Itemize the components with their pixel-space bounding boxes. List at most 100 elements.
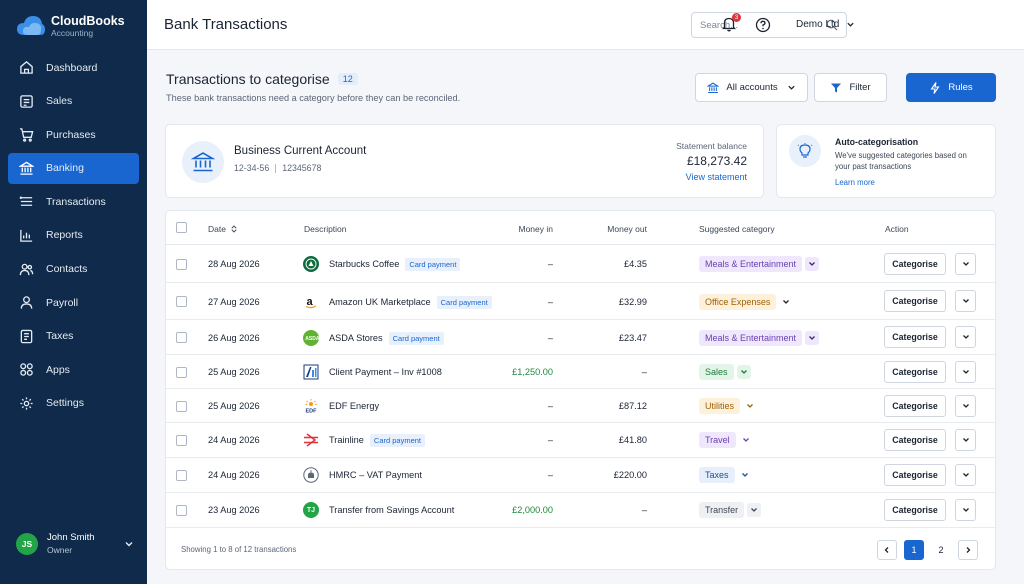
sidebar-item-apps[interactable]: Apps <box>8 354 139 385</box>
categorise-button[interactable]: Categorise <box>884 290 946 312</box>
row-description: EDF EDF Energy <box>303 398 379 414</box>
page-button-2[interactable]: 2 <box>931 540 951 560</box>
chevron-down-icon[interactable] <box>805 331 820 345</box>
row-checkbox[interactable] <box>176 296 187 307</box>
svg-text:a: a <box>307 296 314 308</box>
description-text: Trainline <box>329 435 364 445</box>
row-checkbox[interactable] <box>176 367 187 378</box>
sidebar-item-taxes[interactable]: Taxes <box>8 321 139 352</box>
card-payment-pill: Card payment <box>405 257 461 271</box>
apps-icon <box>18 362 34 378</box>
chevron-down-icon[interactable] <box>747 503 762 517</box>
prev-page-button[interactable] <box>877 540 897 560</box>
sidebar-item-purchases[interactable]: Purchases <box>8 119 139 150</box>
category-select[interactable]: Meals & Entertainment <box>699 256 820 272</box>
view-statement-link[interactable]: View statement <box>686 172 747 182</box>
table-row: 24 Aug 2026 HMRC – VAT Payment – £220.00… <box>166 458 995 493</box>
gear-icon <box>18 395 34 411</box>
category-pill: Meals & Entertainment <box>699 256 803 272</box>
categorise-button[interactable]: Categorise <box>884 326 946 348</box>
categorise-button[interactable]: Categorise <box>884 253 946 275</box>
date-column-header[interactable]: Date <box>208 224 237 234</box>
user-menu[interactable]: JS John Smith Owner <box>16 532 134 556</box>
sidebar-item-transactions[interactable]: Transactions <box>8 186 139 217</box>
sidebar-item-payroll[interactable]: Payroll <box>8 287 139 318</box>
chevron-down-icon[interactable] <box>738 468 752 482</box>
more-options-button[interactable] <box>955 395 976 417</box>
category-select[interactable]: Office Expenses <box>699 294 793 310</box>
sidebar: CloudBooks Accounting Dashboard Sales Pu… <box>0 0 147 584</box>
categorise-button[interactable]: Categorise <box>884 429 946 451</box>
more-options-button[interactable] <box>955 464 976 486</box>
starbucks-icon <box>303 256 319 272</box>
card-payment-pill: Card payment <box>436 295 492 309</box>
filter-button[interactable]: Filter <box>814 73 887 102</box>
card-payment-pill: Card payment <box>388 331 444 345</box>
chevron-down-icon[interactable] <box>779 295 793 309</box>
row-checkbox[interactable] <box>176 332 187 343</box>
sidebar-item-dashboard[interactable]: Dashboard <box>8 52 139 83</box>
row-checkbox[interactable] <box>176 401 187 412</box>
category-select[interactable]: Taxes <box>699 467 752 483</box>
help-icon[interactable] <box>755 17 771 33</box>
chevron-down-icon[interactable] <box>805 257 820 271</box>
sidebar-item-reports[interactable]: Reports <box>8 220 139 251</box>
org-switcher[interactable]: Demo Ltd <box>796 19 855 30</box>
sidebar-item-contacts[interactable]: Contacts <box>8 254 139 285</box>
category-select[interactable]: Transfer <box>699 502 762 518</box>
more-options-button[interactable] <box>955 429 976 451</box>
row-checkbox[interactable] <box>176 259 187 270</box>
chevron-down-icon <box>125 542 133 547</box>
more-options-button[interactable] <box>955 326 976 348</box>
sidebar-item-settings[interactable]: Settings <box>8 388 139 419</box>
more-options-button[interactable] <box>955 361 976 383</box>
category-pill: Utilities <box>699 398 741 414</box>
categorise-button[interactable]: Categorise <box>884 395 946 417</box>
categorise-button[interactable]: Categorise <box>884 361 946 383</box>
accounts-dropdown[interactable]: All accounts <box>695 73 808 102</box>
row-checkbox[interactable] <box>176 505 187 516</box>
row-money-in: – <box>547 297 553 307</box>
chevron-down-icon <box>847 22 855 27</box>
chevron-down-icon <box>787 85 795 90</box>
category-column-header: Suggested category <box>699 224 775 234</box>
bank-icon <box>18 160 34 176</box>
chevron-down-icon[interactable] <box>739 433 753 447</box>
row-money-in: £1,250.00 <box>512 367 553 377</box>
category-select[interactable]: Sales <box>699 364 751 380</box>
count-badge: 12 <box>337 73 358 85</box>
row-money-out: £32.99 <box>618 297 647 307</box>
next-page-button[interactable] <box>958 540 978 560</box>
description-text: Transfer from Savings Account <box>329 505 455 515</box>
row-date: 25 Aug 2026 <box>208 401 260 411</box>
sidebar-item-banking[interactable]: Banking <box>8 152 139 184</box>
select-all-checkbox[interactable] <box>176 222 187 233</box>
category-select[interactable]: Meals & Entertainment <box>699 330 820 346</box>
chevron-down-icon[interactable] <box>736 365 751 379</box>
chevron-down-icon[interactable] <box>743 399 757 413</box>
sidebar-item-sales[interactable]: Sales <box>8 86 139 117</box>
page-button-1[interactable]: 1 <box>904 540 924 560</box>
row-money-in: – <box>547 470 553 480</box>
categorise-button[interactable]: Categorise <box>884 499 946 521</box>
category-pill: Transfer <box>699 502 745 518</box>
asda-icon: ASDA <box>303 330 319 346</box>
sidebar-item-label: Banking <box>46 162 84 175</box>
more-options-button[interactable] <box>955 499 976 521</box>
filter-label: Filter <box>849 82 871 93</box>
row-checkbox[interactable] <box>176 435 187 446</box>
brand[interactable]: CloudBooks Accounting <box>16 13 125 39</box>
bank-icon <box>707 82 720 93</box>
learn-more-link[interactable]: Learn more <box>835 178 875 187</box>
rules-button[interactable]: Rules <box>906 73 996 102</box>
table-row: 24 Aug 2026 Trainline Card payment – £41… <box>166 423 995 458</box>
categorise-button[interactable]: Categorise <box>884 464 946 486</box>
row-checkbox[interactable] <box>176 470 187 481</box>
category-select[interactable]: Utilities <box>699 398 757 414</box>
category-select[interactable]: Travel <box>699 432 753 448</box>
more-options-button[interactable] <box>955 290 976 312</box>
row-description: Trainline Card payment <box>303 432 426 448</box>
sidebar-item-label: Sales <box>46 95 73 108</box>
more-options-button[interactable] <box>955 253 976 275</box>
sidebar-item-label: Reports <box>46 229 83 242</box>
